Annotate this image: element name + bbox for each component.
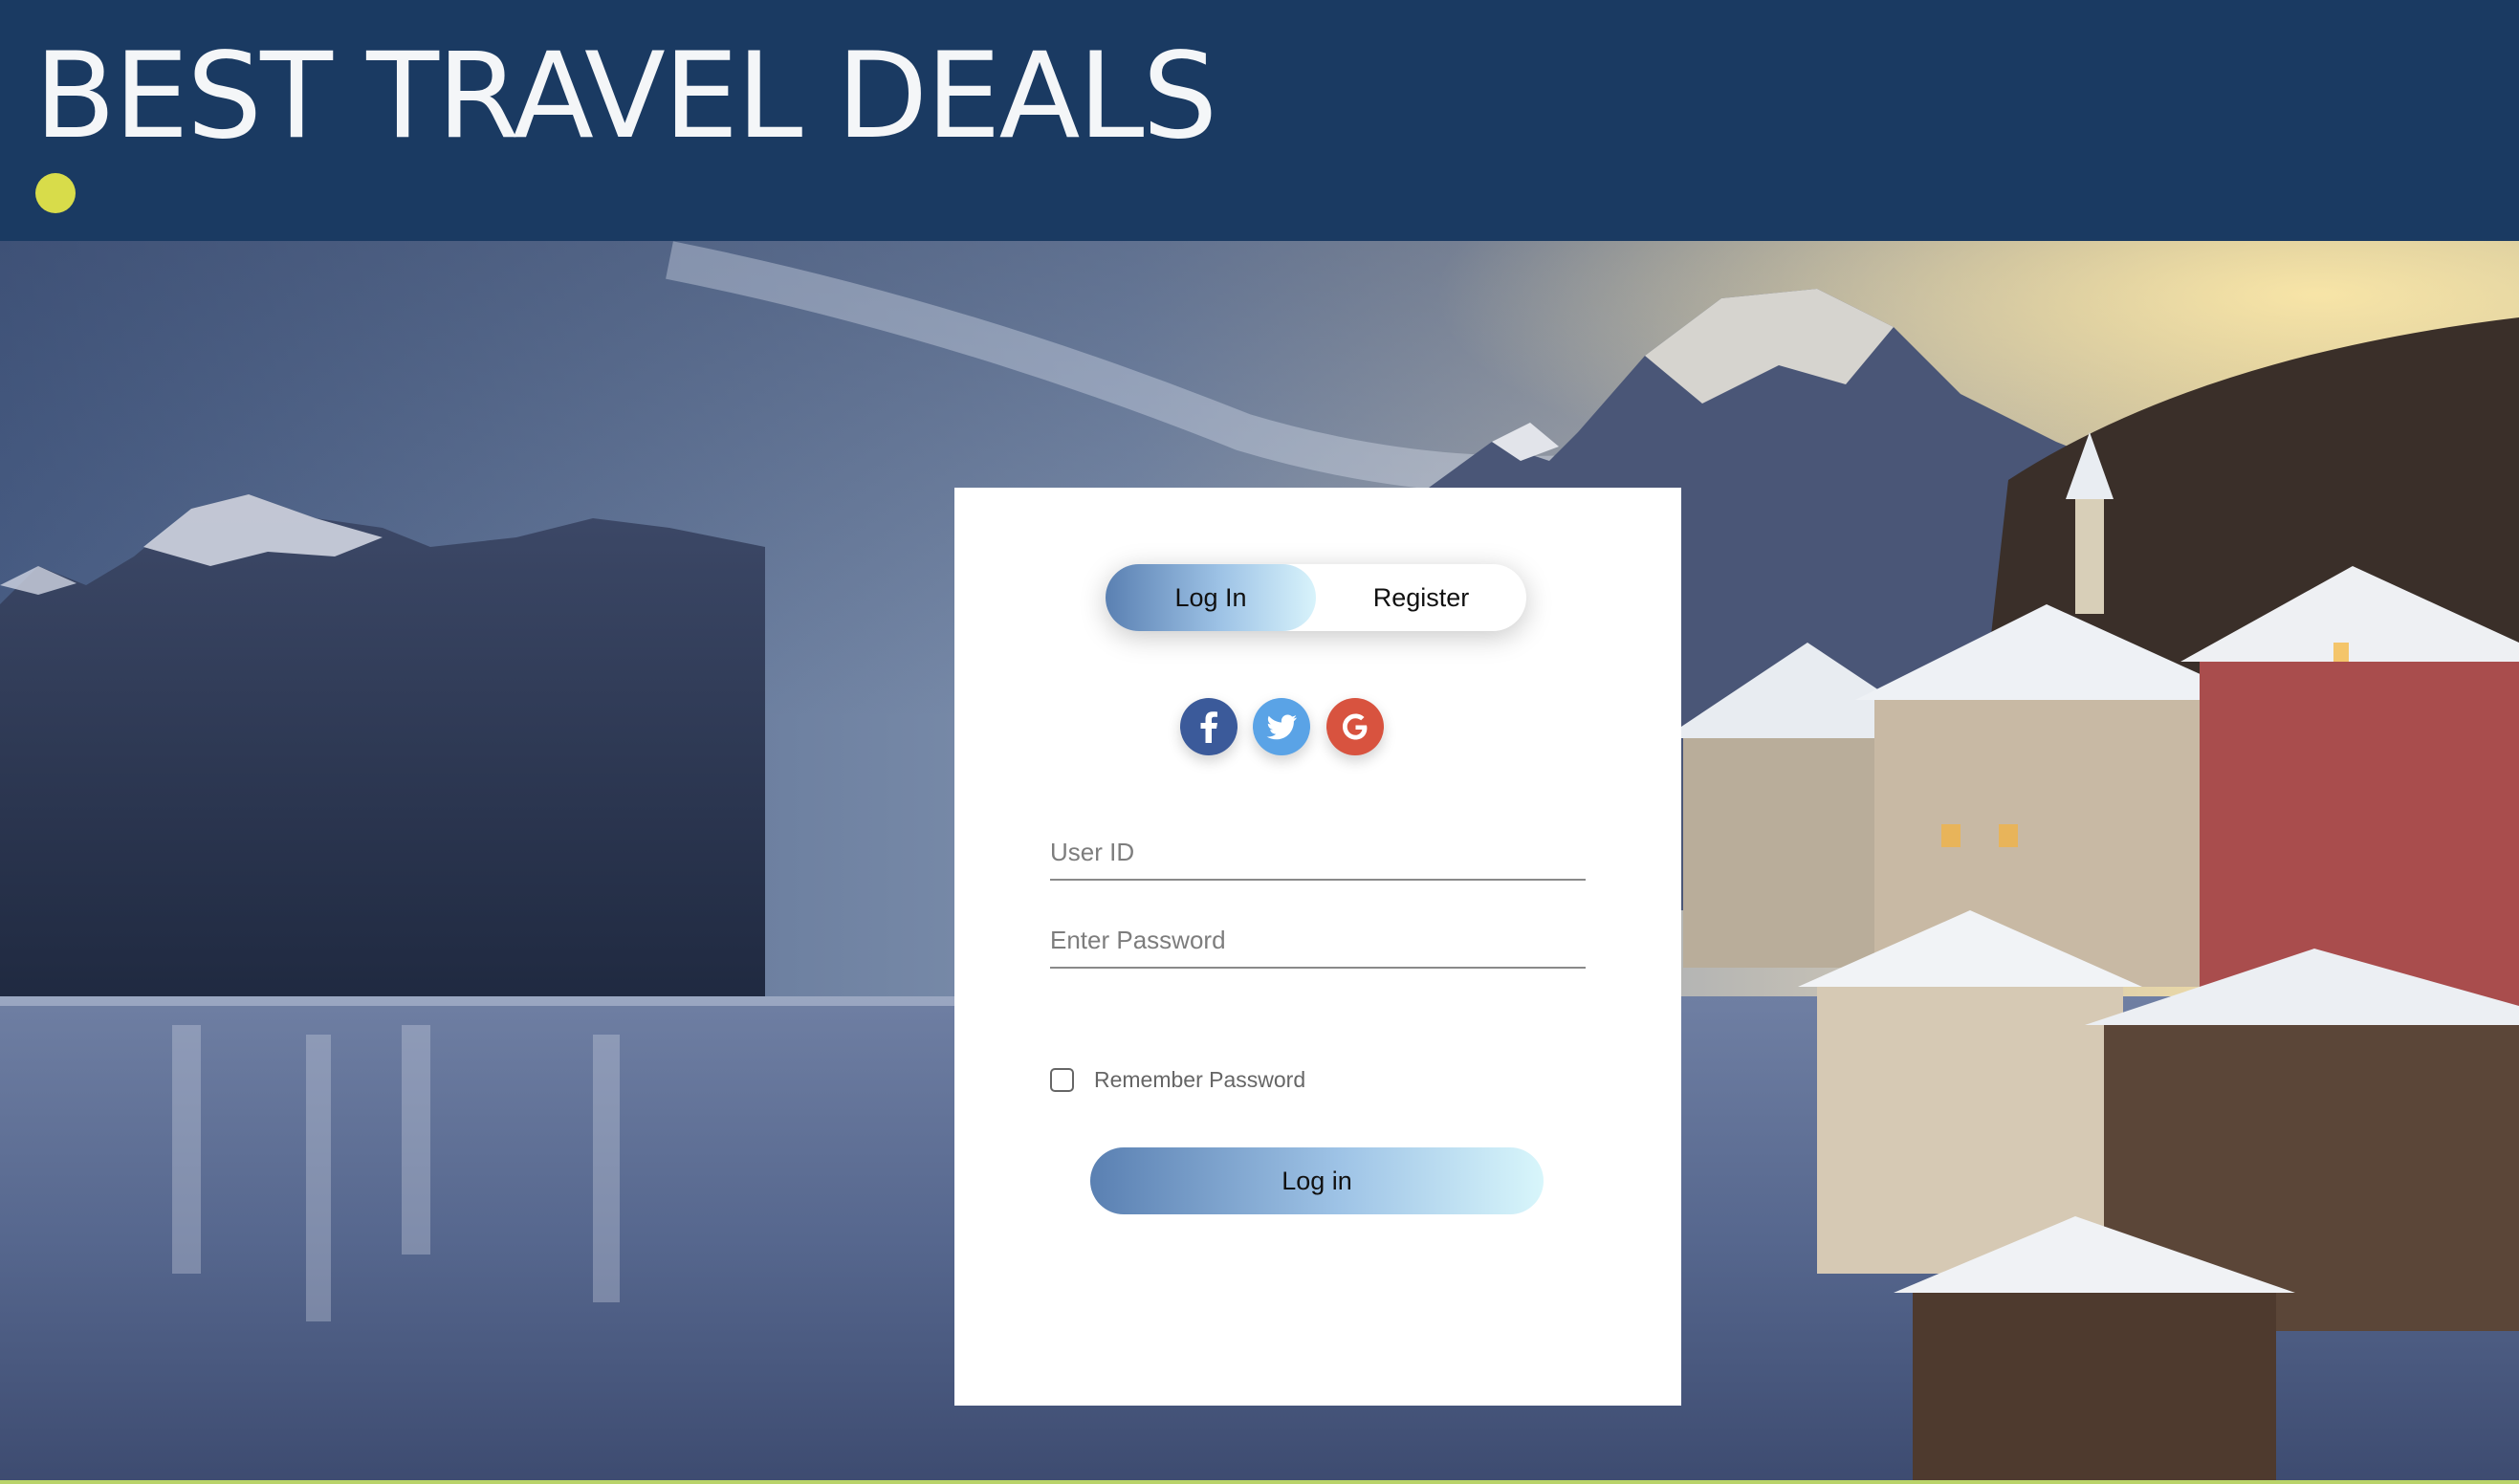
- password-input[interactable]: [1050, 913, 1586, 969]
- site-title: BEST TRAVEL DEALS: [34, 28, 1217, 165]
- auth-toggle: Log In Register: [1106, 564, 1526, 631]
- google-login-button[interactable]: [1326, 698, 1384, 755]
- remember-password-label: Remember Password: [1094, 1066, 1306, 1092]
- facebook-login-button[interactable]: [1180, 698, 1238, 755]
- footer-accent-line: [0, 1480, 2519, 1484]
- remember-password-checkbox[interactable]: [1050, 1067, 1074, 1092]
- twitter-login-button[interactable]: [1253, 698, 1310, 755]
- remember-password-row: Remember Password: [1050, 1065, 1305, 1094]
- twitter-icon: [1266, 714, 1297, 740]
- site-header: BEST TRAVEL DEALS: [0, 0, 2519, 241]
- tab-log-in[interactable]: Log In: [1106, 564, 1316, 631]
- facebook-icon: [1200, 711, 1217, 743]
- login-card: Log In Register Remember Password Log in: [954, 488, 1681, 1406]
- google-icon: [1343, 713, 1368, 740]
- login-submit-button[interactable]: Log in: [1090, 1147, 1544, 1214]
- status-dot: [35, 173, 76, 213]
- user-id-input[interactable]: [1050, 825, 1586, 881]
- tab-register[interactable]: Register: [1316, 564, 1526, 631]
